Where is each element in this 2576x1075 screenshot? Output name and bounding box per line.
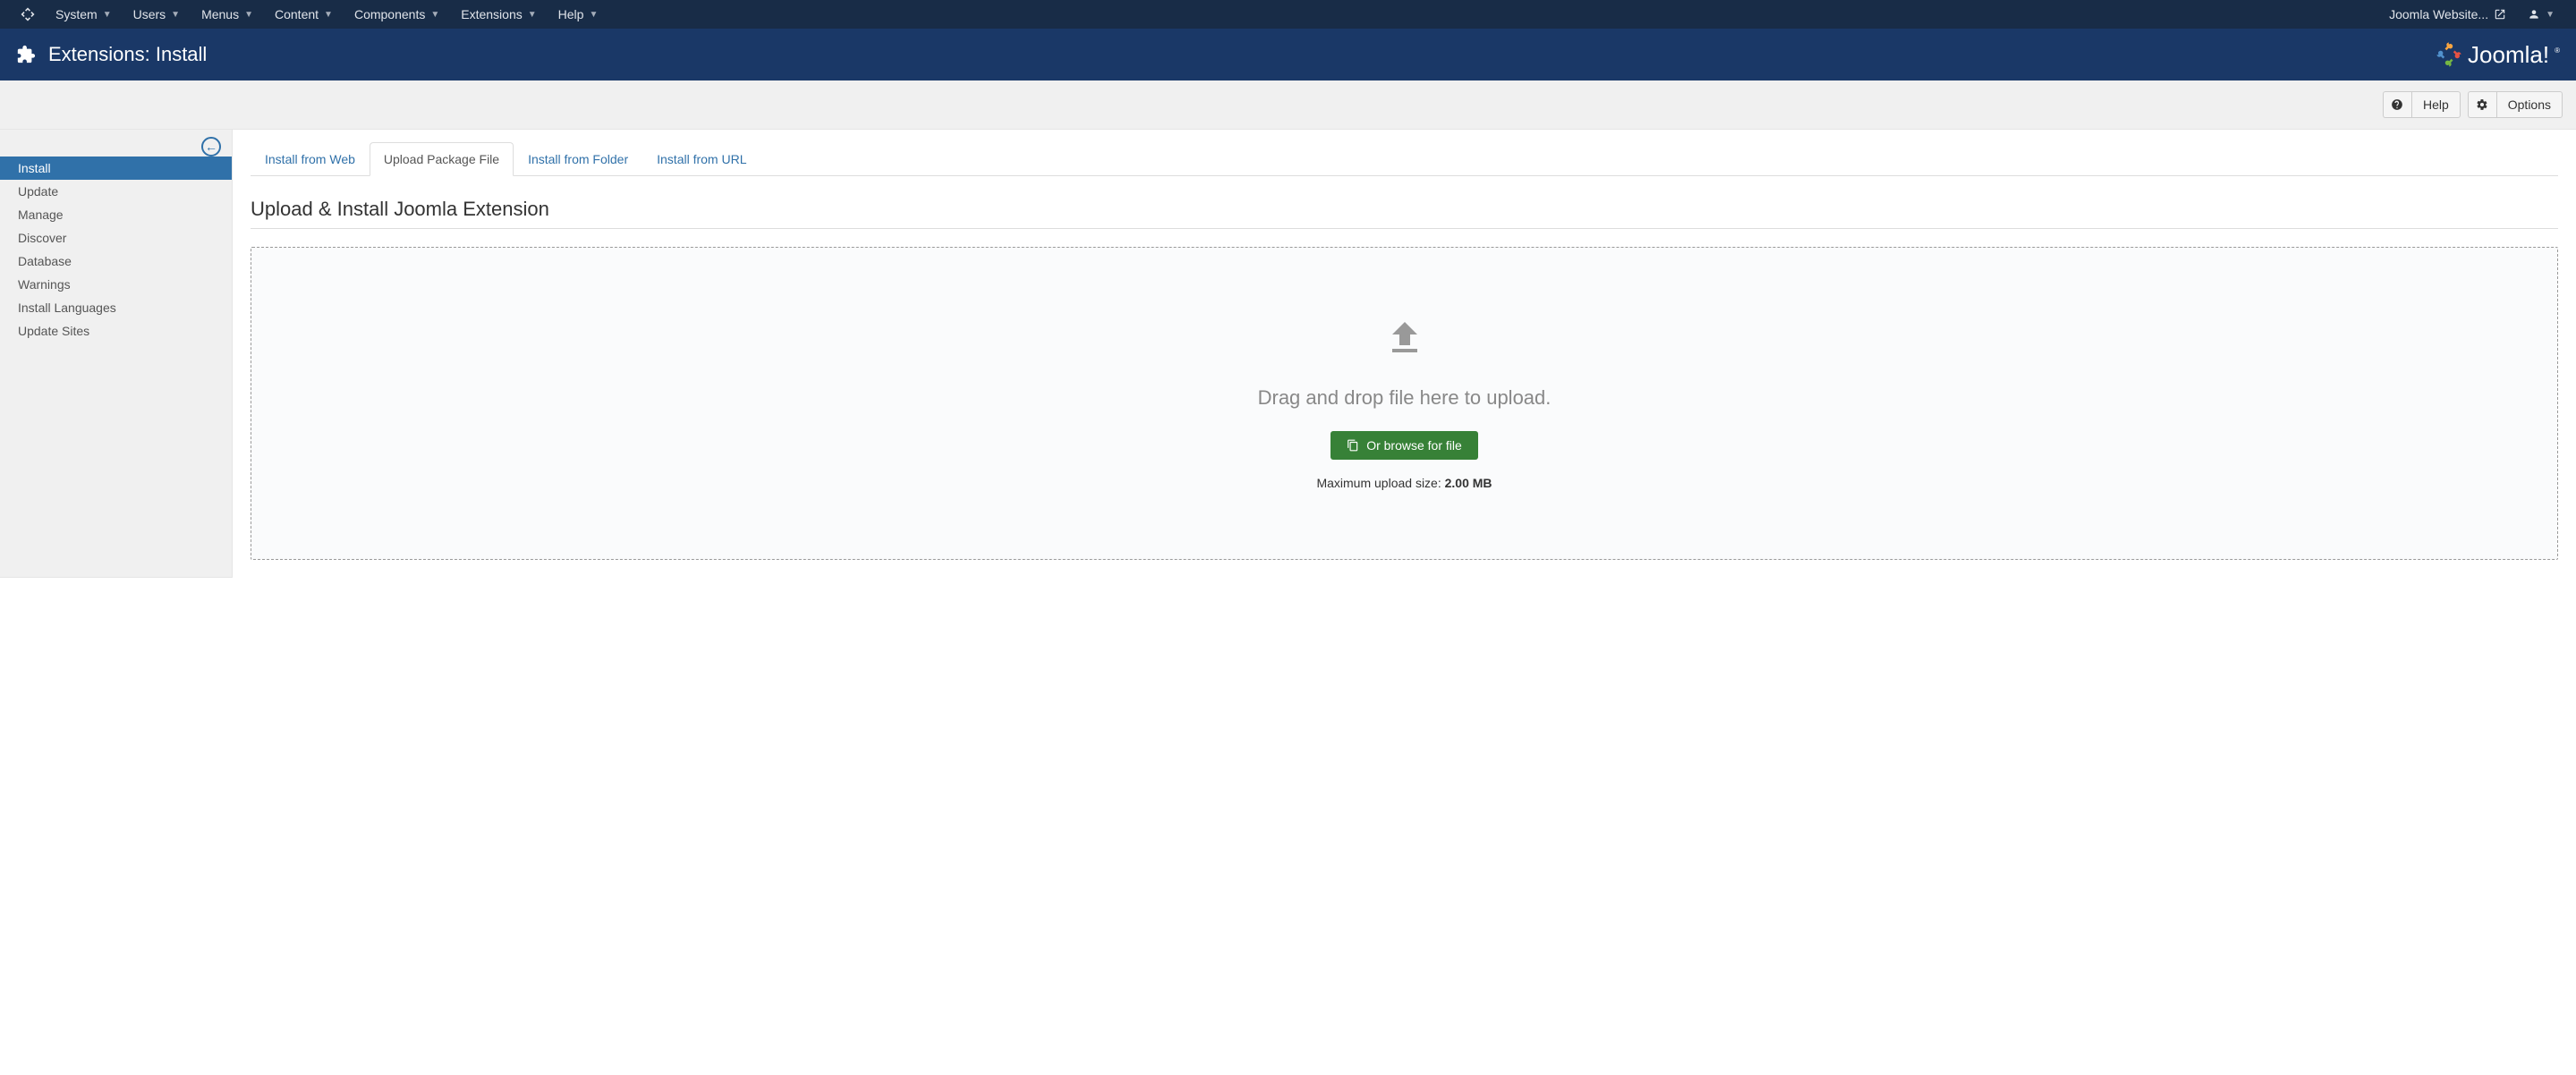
external-link-icon [2494, 8, 2506, 21]
page-title: Extensions: Install [48, 43, 207, 66]
topnav-extensions[interactable]: Extensions ▼ [450, 0, 547, 29]
topnav-components[interactable]: Components ▼ [344, 0, 450, 29]
help-label: Help [2423, 97, 2449, 112]
topnav-item-label: Users [133, 7, 166, 21]
header-left: Extensions: Install [16, 43, 207, 66]
joomla-brand[interactable]: Joomla! ® [2436, 41, 2560, 69]
help-icon[interactable] [2383, 91, 2411, 118]
gear-icon[interactable] [2468, 91, 2496, 118]
topnav-item-label: Menus [201, 7, 239, 21]
caret-down-icon: ▼ [589, 10, 598, 20]
topnav-help[interactable]: Help ▼ [548, 0, 609, 29]
drop-text: Drag and drop file here to upload. [1258, 386, 1552, 410]
joomla-home-icon[interactable] [11, 0, 45, 29]
sidebar-item-label: Manage [18, 207, 64, 222]
joomla-logo-icon [2436, 41, 2462, 68]
file-copy-icon [1347, 439, 1359, 452]
tab-install-from-web[interactable]: Install from Web [251, 142, 370, 176]
tab-label: Install from Folder [528, 152, 628, 166]
sidebar-toggle-row: ← [0, 130, 232, 157]
install-tabs: Install from Web Upload Package File Ins… [251, 142, 2558, 176]
sidebar-item-update-sites[interactable]: Update Sites [0, 319, 232, 343]
caret-down-icon: ▼ [2546, 10, 2555, 20]
options-label: Options [2508, 97, 2551, 112]
sidebar-item-label: Install [18, 161, 51, 175]
topnav-item-label: Help [558, 7, 584, 21]
top-navigation: System ▼ Users ▼ Menus ▼ Content ▼ Compo… [0, 0, 2576, 29]
max-upload-text: Maximum upload size: 2.00 MB [1316, 476, 1492, 490]
topnav-item-label: Extensions [461, 7, 522, 21]
collapse-sidebar-icon[interactable]: ← [201, 137, 221, 157]
topnav-users[interactable]: Users ▼ [123, 0, 191, 29]
tab-install-from-folder[interactable]: Install from Folder [514, 142, 642, 176]
browse-file-button[interactable]: Or browse for file [1331, 431, 1478, 460]
sidebar-item-update[interactable]: Update [0, 180, 232, 203]
sidebar-item-label: Update Sites [18, 324, 89, 338]
sidebar-item-install-languages[interactable]: Install Languages [0, 296, 232, 319]
topnav-system[interactable]: System ▼ [45, 0, 123, 29]
sidebar-item-database[interactable]: Database [0, 250, 232, 273]
tab-label: Upload Package File [384, 152, 499, 166]
sidebar-item-label: Update [18, 184, 58, 199]
tab-install-from-url[interactable]: Install from URL [642, 142, 761, 176]
caret-down-icon: ▼ [244, 10, 253, 20]
sidebar-item-discover[interactable]: Discover [0, 226, 232, 250]
puzzle-icon [16, 45, 36, 64]
max-upload-value: 2.00 MB [1445, 476, 1492, 490]
caret-down-icon: ▼ [103, 10, 112, 20]
tab-upload-package-file[interactable]: Upload Package File [370, 142, 514, 176]
main-layout: ← Install Update Manage Discover Databas… [0, 130, 2576, 578]
user-icon [2528, 8, 2540, 21]
caret-down-icon: ▼ [430, 10, 439, 20]
max-upload-label: Maximum upload size: [1316, 476, 1444, 490]
page-header: Extensions: Install Joomla! ® [0, 29, 2576, 80]
user-menu[interactable]: ▼ [2517, 0, 2565, 29]
caret-down-icon: ▼ [528, 10, 537, 20]
sidebar: ← Install Update Manage Discover Databas… [0, 130, 233, 578]
topnav-right-group: Joomla Website... ▼ [2378, 0, 2565, 29]
registered-mark: ® [2555, 47, 2560, 55]
upload-dropzone[interactable]: Drag and drop file here to upload. Or br… [251, 247, 2558, 560]
topnav-left-group: System ▼ Users ▼ Menus ▼ Content ▼ Compo… [11, 0, 608, 29]
topnav-item-label: Content [275, 7, 319, 21]
sidebar-list: Install Update Manage Discover Database … [0, 157, 232, 343]
caret-down-icon: ▼ [171, 10, 180, 20]
topnav-item-label: Components [354, 7, 425, 21]
help-button-group: Help [2383, 91, 2461, 118]
options-button[interactable]: Options [2496, 91, 2563, 118]
content-area: Install from Web Upload Package File Ins… [233, 130, 2576, 578]
tab-label: Install from URL [657, 152, 746, 166]
sidebar-item-install[interactable]: Install [0, 157, 232, 180]
sidebar-item-warnings[interactable]: Warnings [0, 273, 232, 296]
help-button[interactable]: Help [2411, 91, 2461, 118]
topnav-item-label: System [55, 7, 98, 21]
toolbar: Help Options [0, 80, 2576, 130]
content-title: Upload & Install Joomla Extension [251, 198, 2558, 229]
sidebar-item-label: Database [18, 254, 72, 268]
sidebar-item-label: Warnings [18, 277, 71, 292]
browse-button-label: Or browse for file [1366, 438, 1462, 453]
sidebar-item-label: Discover [18, 231, 66, 245]
caret-down-icon: ▼ [324, 10, 333, 20]
upload-icon [1382, 317, 1428, 360]
sidebar-item-label: Install Languages [18, 300, 116, 315]
site-link[interactable]: Joomla Website... [2378, 0, 2517, 29]
site-link-label: Joomla Website... [2389, 7, 2488, 21]
options-button-group: Options [2468, 91, 2563, 118]
topnav-menus[interactable]: Menus ▼ [191, 0, 264, 29]
sidebar-item-manage[interactable]: Manage [0, 203, 232, 226]
brand-text: Joomla! [2468, 41, 2549, 69]
topnav-content[interactable]: Content ▼ [264, 0, 344, 29]
tab-label: Install from Web [265, 152, 355, 166]
